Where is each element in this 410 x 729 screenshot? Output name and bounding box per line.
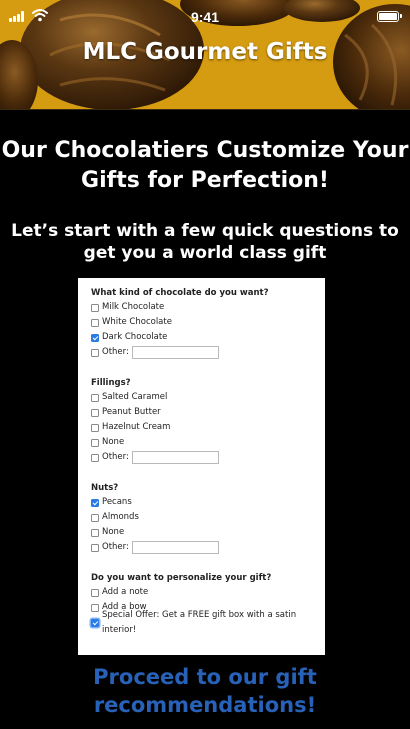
checkbox[interactable] [91,588,99,597]
checkbox[interactable] [91,543,99,552]
option-add-note[interactable]: Add a note [91,585,325,600]
option-other-chocolate[interactable]: Other: [91,345,325,360]
option-hazelnut-cream[interactable]: Hazelnut Cream [91,420,325,435]
option-other-nuts[interactable]: Other: [91,540,325,555]
option-label: Salted Caramel [102,392,168,402]
option-label: Pecans [102,497,132,507]
option-label: None [102,437,125,447]
other-chocolate-input[interactable] [131,346,219,359]
question-nuts: Nuts? [91,483,119,493]
checkbox-checked[interactable] [91,333,99,342]
page-subheading: Let’s start with a few quick questions t… [11,221,399,263]
checkbox[interactable] [91,438,99,447]
status-bar: 9:41 [0,0,410,34]
option-label: Other: [102,542,129,552]
option-label: White Chocolate [102,317,172,327]
proceed-recommendations-link[interactable]: Proceed to our gift recommendations! [0,663,410,719]
option-label: Other: [102,347,129,357]
option-milk-chocolate[interactable]: Milk Chocolate [91,300,325,315]
option-label: Dark Chocolate [102,332,168,342]
checkbox[interactable] [91,423,99,432]
checkbox[interactable] [91,528,99,537]
option-label: Other: [102,452,129,462]
option-no-nuts[interactable]: None [91,525,325,540]
gift-questionnaire-form: What kind of chocolate do you want? Milk… [78,278,325,655]
other-nuts-input[interactable] [131,541,219,554]
phone-screen: 9:41 MLC Gourmet Gifts Our Chocolatiers … [0,0,410,729]
checkbox[interactable] [91,393,99,402]
question-personalize: Do you want to personalize your gift? [91,573,272,583]
option-pecans[interactable]: Pecans [91,495,325,510]
checkbox-checked[interactable] [91,618,99,627]
status-time: 9:41 [190,9,220,25]
checkbox[interactable] [91,318,99,327]
option-label: None [102,527,125,537]
option-label: Add a note [102,587,149,597]
option-label: Hazelnut Cream [102,422,171,432]
other-filling-input[interactable] [131,451,219,464]
checkbox-checked[interactable] [91,498,99,507]
option-no-filling[interactable]: None [91,435,325,450]
question-chocolate-type: What kind of chocolate do you want? [91,288,269,298]
option-label: Almonds [102,512,139,522]
checkbox[interactable] [91,348,99,357]
checkbox[interactable] [91,303,99,312]
question-fillings: Fillings? [91,378,131,388]
option-other-filling[interactable]: Other: [91,450,325,465]
checkbox[interactable] [91,513,99,522]
option-label: Special Offer: Get a FREE gift box with … [102,609,297,635]
option-label: Peanut Butter [102,407,161,417]
option-peanut-butter[interactable]: Peanut Butter [91,405,325,420]
page-headline: Our Chocolatiers Customize Your Gifts fo… [1,138,409,193]
app-title: MLC Gourmet Gifts [82,39,328,65]
checkbox[interactable] [91,408,99,417]
battery-icon [377,11,402,22]
option-special-offer[interactable]: Special Offer: Get a FREE gift box with … [91,610,325,635]
option-salted-caramel[interactable]: Salted Caramel [91,390,325,405]
checkbox[interactable] [91,453,99,462]
option-almonds[interactable]: Almonds [91,510,325,525]
checkbox[interactable] [91,603,99,612]
option-label: Milk Chocolate [102,302,165,312]
app-header: 9:41 MLC Gourmet Gifts [0,0,410,110]
option-white-chocolate[interactable]: White Chocolate [91,315,325,330]
option-dark-chocolate[interactable]: Dark Chocolate [91,330,325,345]
